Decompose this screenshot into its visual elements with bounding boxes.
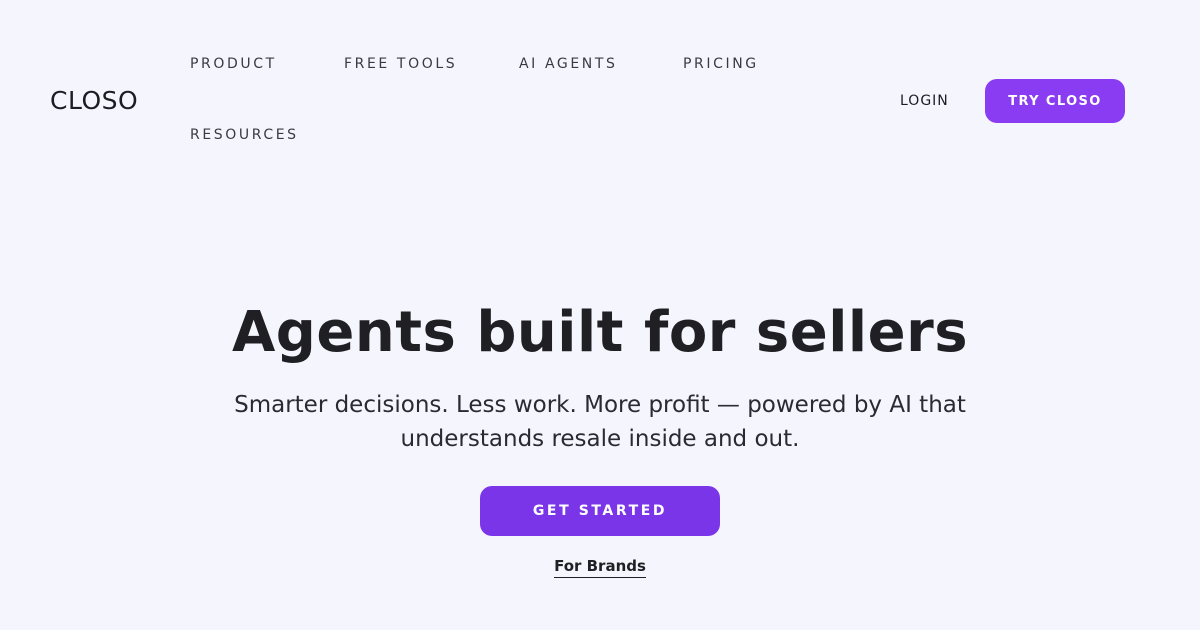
- landing-page: CLOSO PRODUCT FREE TOOLS AI AGENTS PRICI…: [0, 0, 1200, 630]
- hero-subtitle: Smarter decisions. Less work. More profi…: [234, 392, 966, 452]
- hero-title: Agents built for sellers: [231, 300, 969, 365]
- logo[interactable]: CLOSO: [50, 86, 138, 116]
- try-closo-button[interactable]: TRY CLOSO: [985, 79, 1125, 123]
- login-link[interactable]: LOGIN: [900, 93, 949, 109]
- nav-item-resources[interactable]: RESOURCES: [190, 127, 299, 143]
- for-brands-wrapper: For Brands: [0, 556, 1200, 578]
- nav-item-pricing[interactable]: PRICING: [683, 56, 759, 72]
- nav-item-product[interactable]: PRODUCT: [190, 56, 277, 72]
- for-brands-link[interactable]: For Brands: [554, 557, 646, 578]
- get-started-button[interactable]: GET STARTED: [480, 486, 720, 536]
- nav-item-free-tools[interactable]: FREE TOOLS: [344, 56, 457, 72]
- nav-item-ai-agents[interactable]: AI AGENTS: [519, 56, 618, 72]
